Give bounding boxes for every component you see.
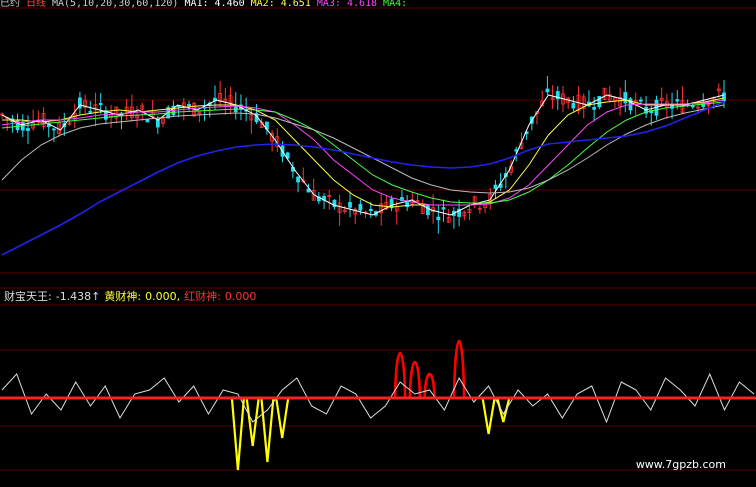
oscillator-panel [0,340,756,471]
candle-body-84 [436,216,441,221]
candle-body-139 [722,92,726,102]
red-peak-27 [393,351,407,399]
candle-body-71 [368,208,373,212]
candle-body-30 [155,119,160,128]
candle-body-19 [98,103,103,105]
ma-line-ma6 [1,101,725,256]
candle-body-120 [623,92,628,104]
yellow-spike-33 [481,396,496,435]
main-label-7: MA3: [316,0,341,9]
sub-label-3: 0.000, [145,290,181,303]
candle-body-36 [187,104,191,107]
chart-stage [0,7,756,471]
main-label-1: 日线 [26,0,46,9]
moving-average-lines [1,94,725,256]
main-label-0: 已约 [0,0,20,9]
sub-label-5: 0.000 [224,290,257,303]
candle-body-123 [638,99,643,102]
yellow-spike-19 [274,396,290,439]
candle-body-28 [145,119,150,123]
candle-body-105 [545,88,550,93]
candle-body-57 [296,176,300,183]
grid-lines [0,7,756,471]
main-label-3: MA1: [184,0,209,9]
candle-body-67 [348,202,352,208]
candle-body-95 [493,184,498,190]
main-label-5: MA2: [250,0,275,9]
candle-body-3 [15,120,20,131]
candle-body-5 [26,128,30,131]
candle-body-114 [592,107,597,110]
candle-body-10 [52,128,56,131]
candle-body-69 [358,204,363,211]
yellow-spike-16 [230,396,246,471]
main-label-9: MA4: [383,0,408,9]
candle-body-85 [441,207,446,210]
main-label-4: 4.460 [214,0,245,9]
sub-label-0: 财宝天王: [4,290,52,303]
main-label-8: 4.618 [346,0,378,9]
sub-label-1: -1.438↑ [55,290,101,303]
yellow-spike-34 [495,396,511,423]
watermark: www.7gpzb.com [635,458,726,471]
candle-body-110 [571,102,576,109]
yellow-spike-18 [260,396,275,463]
ma-line-ma5 [1,104,725,194]
sub-label-4: 红财神: [184,290,221,303]
candle-body-17 [88,111,93,113]
main-label-6: 4.651 [280,0,311,9]
candle-body-130 [675,99,680,102]
main-label-2: MA(5,10,20,30,60,120) [52,0,179,9]
sub-label-2: 黄财神: [104,290,142,303]
